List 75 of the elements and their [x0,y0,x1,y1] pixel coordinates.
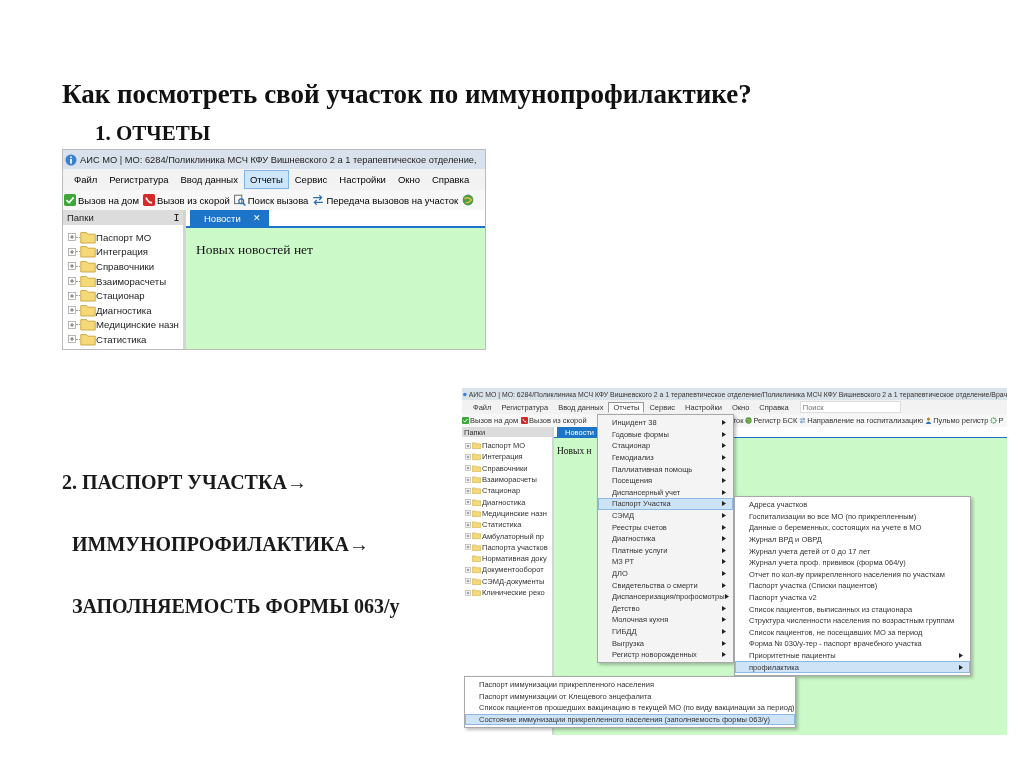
menu-item[interactable]: Настройки [333,170,392,189]
app-logo-icon [65,153,77,166]
folder-icon [80,333,96,346]
step-text: 2. ПАСПОРТ УЧАСТКА→ [62,470,308,494]
close-icon[interactable]: ✕ [252,213,261,223]
news-message: Новых новостей нет [196,242,314,258]
expand-icon[interactable] [68,247,76,256]
tree-item[interactable]: Паспорт МО [96,231,152,243]
submenu-arrow-icon [959,653,963,658]
expand-icon[interactable] [465,521,471,528]
tree-item[interactable]: Справочники [96,261,155,272]
expand-icon[interactable] [465,442,471,449]
toolbar-button[interactable]: Передача вызовов на участок [326,194,459,206]
step-text: ИММУНОПРОФИЛАКТИКА→ [72,532,370,556]
person-icon [925,417,933,424]
phone-icon [521,417,529,424]
expand-icon[interactable] [465,499,471,506]
expand-icon[interactable] [465,510,471,517]
menu-item[interactable]: Ввод данных [174,170,244,189]
toolbar-button[interactable]: Вызов из скорой [156,194,230,206]
expand-icon[interactable] [68,233,76,242]
step-heading: 1. ОТЧЕТЫ [95,120,212,146]
tree-item[interactable]: Взаиморасчеты [96,275,167,287]
toolbar-button[interactable]: Поиск вызова [247,194,309,206]
tree-item[interactable]: Интеграция [96,246,149,258]
expand-icon[interactable] [465,589,471,596]
menu-item[interactable]: Окно [391,170,426,189]
menu-item[interactable]: Отчеты [243,170,289,189]
folder-icon [80,318,96,332]
expand-icon[interactable] [465,566,471,573]
folder-icon [80,303,96,317]
globe-icon [745,417,753,424]
pin-icon[interactable]: ⵊ [174,212,179,223]
globe-icon [462,194,475,206]
menu-item[interactable]: Сервис [288,170,334,189]
expand-icon[interactable] [465,487,471,494]
tree-item[interactable]: Стационар [96,290,145,302]
submenu-arrow-icon [722,571,726,576]
news-tab[interactable]: Новости ✕ [190,210,269,226]
window-title: АИС МО | МО: 6284/Поликлиника МСЧ КФУ Вишневского 2 а 1 терапевтическое отделение, [80,154,477,165]
panel-title: Папки [67,212,94,223]
expand-icon[interactable] [68,335,76,344]
toolbar-button[interactable]: Вызов на дом [78,194,139,206]
expand-icon[interactable] [465,544,471,551]
folder-icon [80,289,96,303]
submenu-arrow-icon [722,629,726,634]
menu-item[interactable]: Справка [425,170,476,189]
expand-icon[interactable] [465,476,471,483]
folder-icon [80,230,96,244]
expand-icon[interactable] [68,291,76,300]
transfer-icon [312,194,325,206]
tree-item[interactable]: Диагностика [96,304,152,316]
expand-icon[interactable] [68,306,76,315]
news-message: Новых н [557,446,592,456]
transfer-icon [799,417,807,424]
tree-item[interactable]: Медицинские назн [96,319,179,331]
expand-icon[interactable] [465,578,471,585]
tree-item[interactable]: Статистика [96,333,147,345]
expand-icon[interactable] [465,533,471,539]
slide-title: Как посмотреть свой участок по иммунопрофилактике? [62,78,753,111]
expand-icon[interactable] [68,262,76,271]
phone-icon [142,194,155,206]
expand-icon[interactable] [465,453,471,460]
expand-icon[interactable] [68,277,76,286]
folder-icon [80,274,96,288]
expand-icon[interactable] [68,320,76,329]
step-text: ЗАПОЛНЯЕМОСТЬ ФОРМЫ 063/у [72,594,401,618]
folder-icon [80,260,96,273]
search-icon [233,194,246,206]
menu-item[interactable]: Регистратура [103,170,175,189]
folder-icon [80,245,96,259]
gear-icon [990,417,998,424]
app-logo-icon [463,390,467,398]
menu-item[interactable]: Файл [68,170,104,189]
expand-icon[interactable] [465,465,471,472]
